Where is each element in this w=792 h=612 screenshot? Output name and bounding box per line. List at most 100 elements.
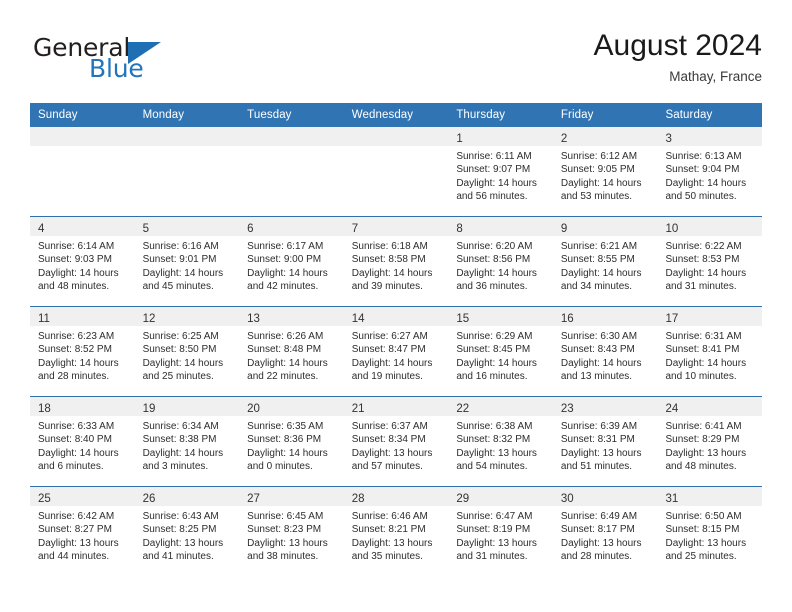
day-cell-19[interactable]: 19 Sunrise: 6:34 AM Sunset: 8:38 PM Dayligh… [134, 397, 240, 486]
sunset-line: Sunset: 9:03 PM [38, 254, 112, 266]
day-cell-12[interactable]: 12 Sunrise: 6:25 AM Sunset: 8:50 PM Dayligh… [134, 307, 240, 396]
day-cell-6[interactable]: 6 Sunrise: 6:17 AM Sunset: 9:00 PM Daylight… [239, 217, 344, 306]
daylight-line-1: Daylight: 14 hours [456, 357, 537, 369]
weekday-header-friday: Friday [560, 109, 594, 121]
sunrise-line: Sunrise: 6:27 AM [351, 331, 428, 342]
day-number-band [134, 127, 240, 146]
day-number-band [343, 127, 449, 146]
day-cell-20[interactable]: 20 Sunrise: 6:35 AM Sunset: 8:36 PM Dayligh… [239, 397, 344, 486]
day-details: Sunrise: 6:11 AM Sunset: 9:07 PM Daylight:… [448, 146, 553, 204]
day-cell-9[interactable]: 9 Sunrise: 6:21 AM Sunset: 8:55 PM Daylight… [552, 217, 658, 306]
sunrise-line: Sunrise: 6:46 AM [351, 511, 428, 522]
daylight-line-1: Daylight: 13 hours [456, 537, 537, 549]
day-cell-25[interactable]: 25 Sunrise: 6:42 AM Sunset: 8:27 PM Dayligh… [30, 487, 135, 576]
weekday-header-sunday: Sunday [38, 109, 78, 121]
brand-name-blue: Blue [89, 54, 144, 83]
brand-logo[interactable]: General Blue [30, 34, 210, 90]
calendar-page: General Blue August 2024 Mathay, France … [0, 0, 792, 612]
daylight-line-1: Daylight: 14 hours [247, 447, 328, 459]
sunset-line: Sunset: 8:17 PM [560, 524, 635, 536]
calendar-weeks: 1 Sunrise: 6:11 AM Sunset: 9:07 PM Daylight… [30, 127, 763, 576]
sunrise-line: Sunrise: 6:22 AM [665, 241, 742, 252]
day-cell-24[interactable]: 24 Sunrise: 6:41 AM Sunset: 8:29 PM Dayligh… [657, 397, 763, 486]
day-number-band: 10 [657, 217, 763, 236]
sunrise-line: Sunrise: 6:17 AM [247, 241, 324, 252]
sunset-line: Sunset: 8:21 PM [351, 524, 426, 536]
day-cell-30[interactable]: 30 Sunrise: 6:49 AM Sunset: 8:17 PM Dayligh… [552, 487, 658, 576]
sunrise-line: Sunrise: 6:49 AM [560, 511, 638, 522]
day-number: 2 [560, 133, 568, 145]
day-number-band: 3 [657, 127, 763, 146]
day-cell-14[interactable]: 14 Sunrise: 6:27 AM Sunset: 8:47 PM Dayligh… [343, 307, 449, 396]
daylight-line-1: Daylight: 14 hours [351, 357, 433, 369]
day-cell-15[interactable]: 15 Sunrise: 6:29 AM Sunset: 8:45 PM Dayligh… [448, 307, 553, 396]
day-cell-5[interactable]: 5 Sunrise: 6:16 AM Sunset: 9:01 PM Daylight… [134, 217, 240, 306]
sunset-line: Sunset: 8:31 PM [560, 434, 635, 446]
daylight-line-2: and 13 minutes. [560, 371, 633, 383]
sunset-line: Sunset: 8:38 PM [142, 434, 217, 446]
daylight-line-2: and 45 minutes. [142, 281, 214, 293]
day-cell-7[interactable]: 7 Sunrise: 6:18 AM Sunset: 8:58 PM Daylight… [343, 217, 449, 306]
day-cell-4[interactable]: 4 Sunrise: 6:14 AM Sunset: 9:03 PM Daylight… [30, 217, 135, 306]
day-cell-13[interactable]: 13 Sunrise: 6:26 AM Sunset: 8:48 PM Dayligh… [239, 307, 344, 396]
daylight-line-2: and 54 minutes. [456, 461, 528, 473]
day-number: 8 [456, 223, 463, 235]
day-cell-11[interactable]: 11 Sunrise: 6:23 AM Sunset: 8:52 PM Dayligh… [30, 307, 135, 396]
day-number-band: 12 [134, 307, 240, 326]
day-details: Sunrise: 6:39 AM Sunset: 8:31 PM Daylight:… [553, 416, 658, 474]
day-number: 5 [142, 223, 149, 235]
day-cell-8[interactable]: 8 Sunrise: 6:20 AM Sunset: 8:56 PM Daylight… [448, 217, 553, 306]
day-cell-27[interactable]: 27 Sunrise: 6:45 AM Sunset: 8:23 PM Dayligh… [239, 487, 344, 576]
daylight-line-1: Daylight: 13 hours [351, 537, 433, 549]
day-number: 17 [665, 313, 679, 325]
sunset-line: Sunset: 8:56 PM [456, 254, 531, 266]
day-cell-23[interactable]: 23 Sunrise: 6:39 AM Sunset: 8:31 PM Dayligh… [552, 397, 658, 486]
daylight-line-1: Daylight: 13 hours [351, 447, 433, 459]
day-cell-empty [343, 127, 449, 216]
day-number: 6 [247, 223, 254, 235]
daylight-line-1: Daylight: 13 hours [142, 537, 224, 549]
day-number: 7 [351, 223, 359, 235]
daylight-line-2: and 28 minutes. [38, 371, 110, 383]
day-details [30, 146, 135, 150]
day-cell-10[interactable]: 10 Sunrise: 6:22 AM Sunset: 8:53 PM Dayligh… [657, 217, 763, 306]
daylight-line-2: and 25 minutes. [665, 551, 737, 563]
day-number-band: 14 [343, 307, 449, 326]
day-details: Sunrise: 6:23 AM Sunset: 8:52 PM Daylight:… [30, 326, 135, 384]
day-details: Sunrise: 6:29 AM Sunset: 8:45 PM Daylight:… [448, 326, 553, 384]
sunrise-line: Sunrise: 6:18 AM [351, 241, 428, 252]
day-details: Sunrise: 6:43 AM Sunset: 8:25 PM Daylight:… [135, 506, 240, 564]
day-cell-3[interactable]: 3 Sunrise: 6:13 AM Sunset: 9:04 PM Daylight… [657, 127, 763, 216]
daylight-line-1: Daylight: 14 hours [38, 357, 119, 369]
day-cell-2[interactable]: 2 Sunrise: 6:12 AM Sunset: 9:05 PM Daylight… [552, 127, 658, 216]
day-cell-28[interactable]: 28 Sunrise: 6:46 AM Sunset: 8:21 PM Dayligh… [343, 487, 449, 576]
day-cell-31[interactable]: 31 Sunrise: 6:50 AM Sunset: 8:15 PM Dayligh… [657, 487, 763, 576]
day-cell-21[interactable]: 21 Sunrise: 6:37 AM Sunset: 8:34 PM Dayligh… [343, 397, 449, 486]
sunset-line: Sunset: 8:43 PM [560, 344, 635, 356]
calendar-week-row: 18 Sunrise: 6:33 AM Sunset: 8:40 PM Dayligh… [30, 396, 763, 486]
sunset-line: Sunset: 8:41 PM [665, 344, 740, 356]
day-cell-18[interactable]: 18 Sunrise: 6:33 AM Sunset: 8:40 PM Dayligh… [30, 397, 135, 486]
day-cell-1[interactable]: 1 Sunrise: 6:11 AM Sunset: 9:07 PM Daylight… [448, 127, 553, 216]
daylight-line-1: Daylight: 14 hours [560, 357, 642, 369]
sunset-line: Sunset: 8:32 PM [456, 434, 531, 446]
day-details: Sunrise: 6:20 AM Sunset: 8:56 PM Daylight:… [448, 236, 553, 294]
day-number: 23 [560, 403, 574, 415]
daylight-line-2: and 25 minutes. [142, 371, 214, 383]
day-number: 13 [247, 313, 260, 325]
day-number-band: 20 [239, 397, 344, 416]
daylight-line-2: and 35 minutes. [351, 551, 423, 563]
day-cell-16[interactable]: 16 Sunrise: 6:30 AM Sunset: 8:43 PM Dayligh… [552, 307, 658, 396]
day-details: Sunrise: 6:12 AM Sunset: 9:05 PM Daylight:… [553, 146, 658, 204]
day-cell-29[interactable]: 29 Sunrise: 6:47 AM Sunset: 8:19 PM Dayligh… [448, 487, 553, 576]
daylight-line-1: Daylight: 13 hours [247, 537, 328, 549]
day-details: Sunrise: 6:31 AM Sunset: 8:41 PM Daylight:… [657, 326, 762, 384]
day-cell-26[interactable]: 26 Sunrise: 6:43 AM Sunset: 8:25 PM Dayligh… [134, 487, 240, 576]
day-number-band: 9 [552, 217, 658, 236]
daylight-line-2: and 48 minutes. [665, 461, 737, 473]
day-number-band: 30 [552, 487, 658, 506]
day-cell-17[interactable]: 17 Sunrise: 6:31 AM Sunset: 8:41 PM Dayligh… [657, 307, 763, 396]
day-number-band: 23 [552, 397, 658, 416]
sunset-line: Sunset: 8:45 PM [456, 344, 531, 356]
day-cell-22[interactable]: 22 Sunrise: 6:38 AM Sunset: 8:32 PM Dayligh… [448, 397, 553, 486]
